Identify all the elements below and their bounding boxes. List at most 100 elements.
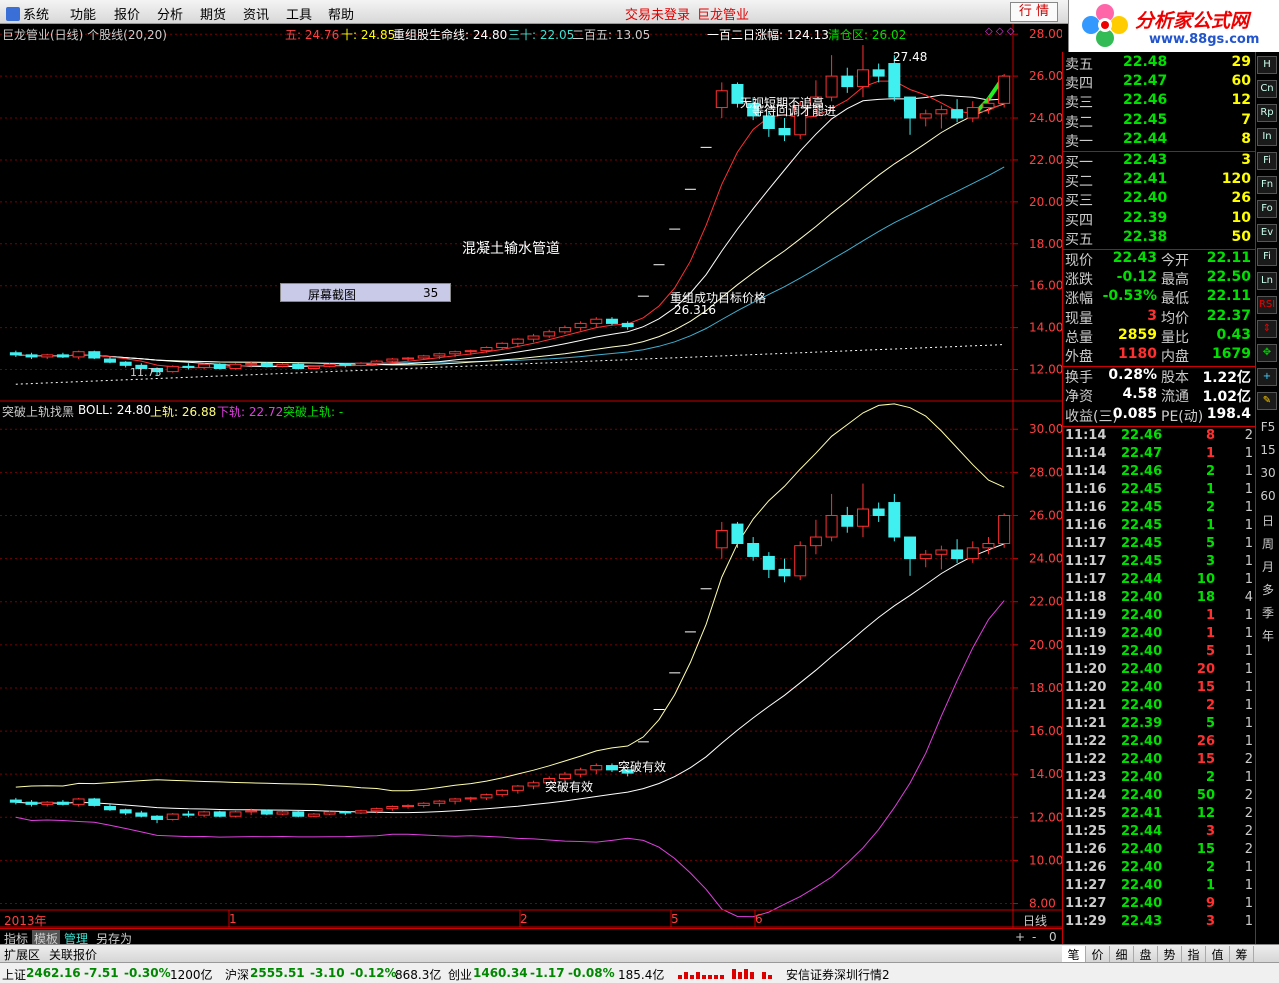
- plus-icon[interactable]: +: [1257, 368, 1277, 386]
- tick-price: 22.43: [1121, 913, 1163, 929]
- pencil-icon[interactable]: ✎: [1257, 392, 1277, 410]
- menu-help[interactable]: 帮助: [328, 4, 354, 23]
- candle-up: [809, 536, 822, 547]
- side-icon-5[interactable]: Fn: [1257, 176, 1277, 194]
- zoom-in-button[interactable]: +: [1013, 930, 1027, 944]
- tick-row[interactable]: 11:26 22.40 2 1: [1065, 860, 1255, 878]
- tick-row[interactable]: 11:19 22.40 1 1: [1065, 626, 1255, 644]
- tick-row[interactable]: 11:22 22.40 26 1: [1065, 734, 1255, 752]
- tick-row[interactable]: 11:16 22.45 1 1: [1065, 482, 1255, 500]
- tick-row[interactable]: 11:21 22.39 5 1: [1065, 716, 1255, 734]
- ask-row[interactable]: 卖一 22.44 8: [1065, 131, 1255, 150]
- side-icon-1[interactable]: Cn: [1257, 80, 1277, 98]
- rtab-5[interactable]: 指: [1182, 946, 1206, 963]
- candle-down: [339, 811, 352, 814]
- side-icon-4[interactable]: Fi: [1257, 152, 1277, 170]
- bid-row[interactable]: 买四 22.39 10: [1065, 210, 1255, 229]
- tick-price: 22.40: [1121, 841, 1163, 857]
- bid-row[interactable]: 买二 22.41 120: [1065, 171, 1255, 190]
- tick-row[interactable]: 11:25 22.44 3 2: [1065, 824, 1255, 842]
- period-1[interactable]: 15: [1258, 443, 1278, 457]
- period-2[interactable]: 30: [1258, 466, 1278, 480]
- tick-row[interactable]: 11:24 22.40 50 2: [1065, 788, 1255, 806]
- tick-row[interactable]: 11:16 22.45 1 1: [1065, 518, 1255, 536]
- tick-vol: 2: [1205, 499, 1215, 515]
- bid-row[interactable]: 买五 22.38 50: [1065, 229, 1255, 248]
- tick-row[interactable]: 11:21 22.40 2 1: [1065, 698, 1255, 716]
- tab-extend[interactable]: 扩展区: [2, 946, 42, 963]
- ask-row[interactable]: 卖四 22.47 60: [1065, 73, 1255, 92]
- side-icon-0[interactable]: H: [1257, 56, 1277, 74]
- tick-row[interactable]: 11:14 22.47 1 1: [1065, 446, 1255, 464]
- tick-row[interactable]: 11:23 22.40 2 1: [1065, 770, 1255, 788]
- tick-row[interactable]: 11:17 22.45 5 1: [1065, 536, 1255, 554]
- tab-related[interactable]: 关联报价: [47, 946, 99, 963]
- menu-futures[interactable]: 期货: [200, 4, 226, 23]
- tick-row[interactable]: 11:18 22.40 18 4: [1065, 590, 1255, 608]
- rtab-0[interactable]: 笔: [1062, 946, 1086, 963]
- ask-row[interactable]: 卖三 22.46 12: [1065, 92, 1255, 111]
- candle-down: [9, 799, 22, 803]
- period-6[interactable]: 月: [1258, 558, 1278, 575]
- period-9[interactable]: 年: [1258, 627, 1278, 644]
- tick-row[interactable]: 11:14 22.46 8 2: [1065, 428, 1255, 446]
- period-0[interactable]: F5: [1258, 420, 1278, 434]
- updown-icon[interactable]: ⇕: [1257, 320, 1277, 338]
- chart-area[interactable]: 28.0026.0024.0022.0020.0018.0016.0014.00…: [0, 24, 1062, 928]
- zoom-out-button[interactable]: -: [1030, 930, 1038, 944]
- period-5[interactable]: 周: [1258, 535, 1278, 552]
- rtab-7[interactable]: 筹: [1230, 946, 1254, 963]
- reset-button[interactable]: 0: [1047, 930, 1059, 944]
- tick-row[interactable]: 11:26 22.40 15 2: [1065, 842, 1255, 860]
- tick-row[interactable]: 11:16 22.45 2 1: [1065, 500, 1255, 518]
- rtab-1[interactable]: 价: [1086, 946, 1110, 963]
- bid-row[interactable]: 买三 22.40 26: [1065, 190, 1255, 209]
- screenshot-tooltip[interactable]: 屏幕截图 35: [280, 283, 451, 302]
- candle-up: [449, 351, 462, 355]
- period-8[interactable]: 季: [1258, 604, 1278, 621]
- side-icon-2[interactable]: Rp: [1257, 104, 1277, 122]
- tick-count: 1: [1244, 535, 1253, 551]
- candle-up: [919, 113, 932, 119]
- menu-function[interactable]: 功能: [70, 4, 96, 23]
- rtab-4[interactable]: 势: [1158, 946, 1182, 963]
- tick-row[interactable]: 11:27 22.40 1 1: [1065, 878, 1255, 896]
- rtab-2[interactable]: 细: [1110, 946, 1134, 963]
- tick-row[interactable]: 11:20 22.40 15 1: [1065, 680, 1255, 698]
- trade-status[interactable]: 交易未登录: [625, 4, 690, 23]
- tick-row[interactable]: 11:25 22.41 12 2: [1065, 806, 1255, 824]
- rsi-icon[interactable]: RSI: [1257, 296, 1277, 314]
- tick-row[interactable]: 11:22 22.40 15 2: [1065, 752, 1255, 770]
- period-7[interactable]: 多: [1258, 581, 1278, 598]
- quote-button[interactable]: 行 情: [1010, 2, 1058, 22]
- menu-analysis[interactable]: 分析: [157, 4, 183, 23]
- tick-row[interactable]: 11:19 22.40 5 1: [1065, 644, 1255, 662]
- tick-row[interactable]: 11:29 22.43 3 1: [1065, 914, 1255, 932]
- period-4[interactable]: 日: [1258, 512, 1278, 529]
- rtab-3[interactable]: 盘: [1134, 946, 1158, 963]
- side-icon-3[interactable]: In: [1257, 128, 1277, 146]
- tick-row[interactable]: 11:17 22.44 10 1: [1065, 572, 1255, 590]
- ask-row[interactable]: 卖五 22.48 29: [1065, 54, 1255, 73]
- tick-row[interactable]: 11:19 22.40 1 1: [1065, 608, 1255, 626]
- tick-time: 11:16: [1065, 499, 1107, 515]
- upper-ma-lines: [15, 74, 1006, 385]
- tick-row[interactable]: 11:17 22.45 3 1: [1065, 554, 1255, 572]
- tick-row[interactable]: 11:14 22.46 2 1: [1065, 464, 1255, 482]
- menu-info[interactable]: 资讯: [243, 4, 269, 23]
- side-icon-9[interactable]: Ln: [1257, 272, 1277, 290]
- side-icon-7[interactable]: Ev: [1257, 224, 1277, 242]
- menu-quote[interactable]: 报价: [114, 4, 140, 23]
- ask-row[interactable]: 卖二 22.45 7: [1065, 112, 1255, 131]
- menu-tools[interactable]: 工具: [286, 4, 312, 23]
- tick-row[interactable]: 11:20 22.40 20 1: [1065, 662, 1255, 680]
- tick-row[interactable]: 11:27 22.40 9 1: [1065, 896, 1255, 914]
- move-icon[interactable]: ✥: [1257, 344, 1277, 362]
- candle-up: [354, 362, 367, 366]
- side-icon-8[interactable]: Fi: [1257, 248, 1277, 266]
- period-3[interactable]: 60: [1258, 489, 1278, 503]
- side-icon-6[interactable]: Fo: [1257, 200, 1277, 218]
- bid-row[interactable]: 买一 22.43 3: [1065, 152, 1255, 171]
- rtab-6[interactable]: 值: [1206, 946, 1230, 963]
- menu-system[interactable]: 系统: [6, 4, 49, 23]
